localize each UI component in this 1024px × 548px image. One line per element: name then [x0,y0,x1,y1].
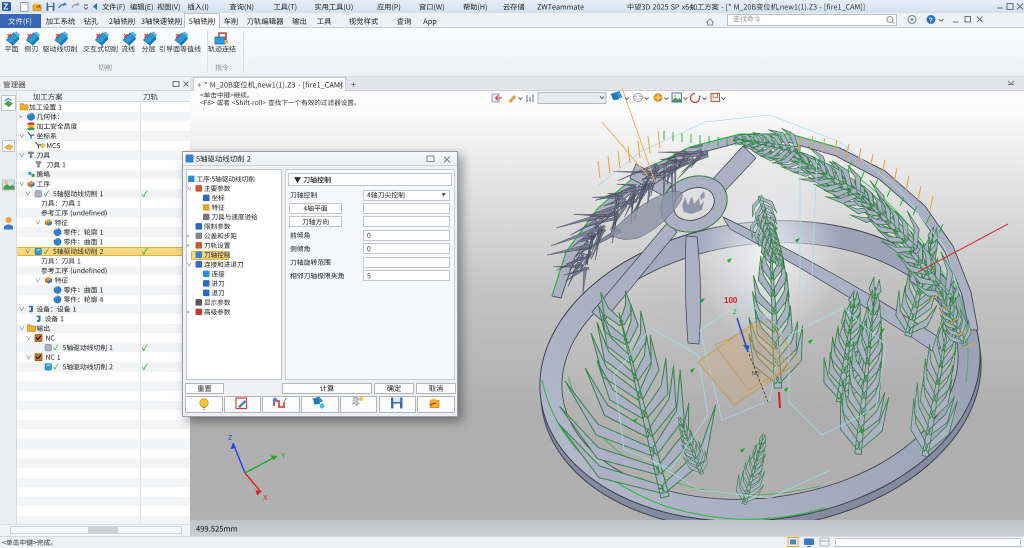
svg-text:Y: Y [281,453,286,460]
svg-text:Z: Z [228,435,233,442]
svg-text:100: 100 [724,296,738,305]
svg-text:N0: N0 [752,371,759,377]
svg-text:Z: Z [733,310,737,316]
svg-text:X: X [263,495,268,502]
